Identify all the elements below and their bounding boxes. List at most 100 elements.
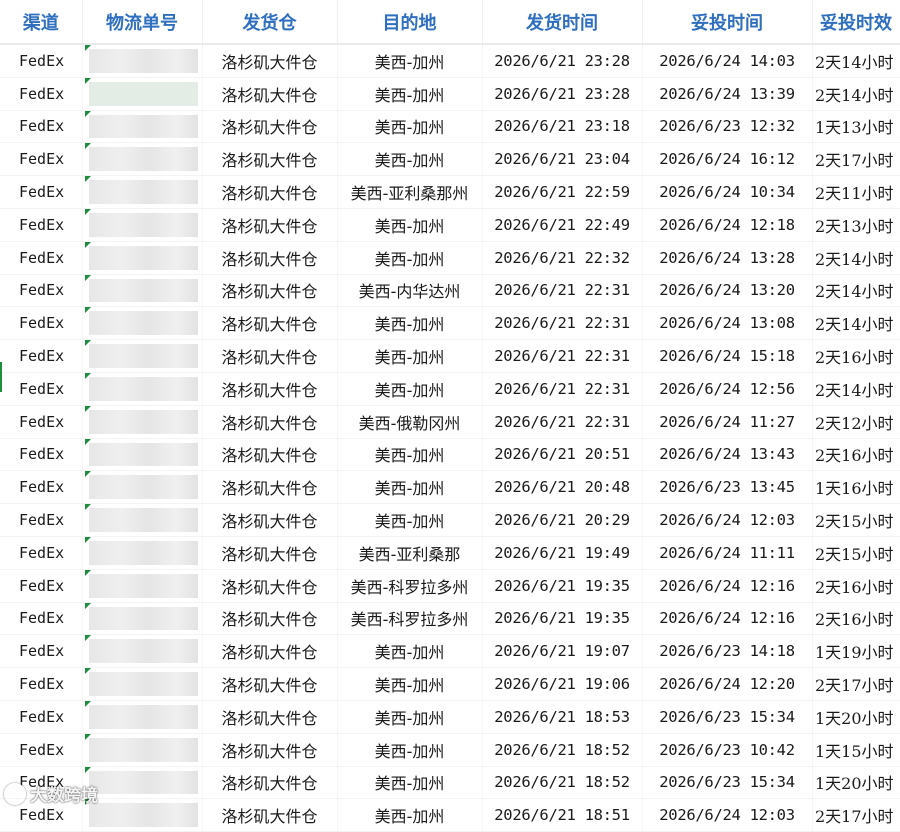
- destination-cell[interactable]: 美西-加州: [337, 733, 483, 767]
- warehouse-cell[interactable]: 洛杉矶大件仓: [202, 274, 338, 308]
- ship-time-cell[interactable]: 2026/6/21 20:29: [482, 503, 643, 537]
- destination-cell[interactable]: 美西-加州: [337, 634, 483, 669]
- table-row[interactable]: FedEx 洛杉矶大件仓 美西-加州 2026/6/21 22:31 2026/6/24…: [0, 306, 900, 341]
- table-row[interactable]: FedEx 洛杉矶大件仓 美西-加州 2026/6/21 18:52 2026/6/23…: [0, 766, 900, 800]
- delivery-time-cell[interactable]: 2026/6/24 13:28: [642, 241, 813, 275]
- delivery-time-cell[interactable]: 2026/6/24 13:43: [642, 438, 813, 472]
- delivery-duration-cell[interactable]: 2天14小时: [812, 306, 900, 341]
- destination-cell[interactable]: 美西-加州: [337, 667, 483, 701]
- delivery-time-cell[interactable]: 2026/6/23 10:42: [642, 733, 813, 767]
- table-row[interactable]: FedEx 洛杉矶大件仓 美西-亚利桑那 2026/6/21 19:49 2026/6/…: [0, 536, 900, 570]
- warehouse-cell[interactable]: 洛杉矶大件仓: [202, 372, 338, 406]
- warehouse-cell[interactable]: 洛杉矶大件仓: [202, 766, 338, 800]
- destination-cell[interactable]: 美西-加州: [337, 110, 483, 144]
- tracking-number-cell[interactable]: [82, 372, 203, 406]
- table-row[interactable]: FedEx 洛杉矶大件仓 美西-加州 2026/6/21 23:28 2026/6/24…: [0, 77, 900, 111]
- tracking-number-cell[interactable]: [82, 733, 203, 767]
- delivery-time-cell[interactable]: 2026/6/23 15:34: [642, 766, 813, 800]
- delivery-duration-cell[interactable]: 2天17小时: [812, 798, 900, 832]
- delivery-time-cell[interactable]: 2026/6/23 13:45: [642, 470, 813, 505]
- destination-cell[interactable]: 美西-加州: [337, 208, 483, 242]
- delivery-time-cell[interactable]: 2026/6/24 14:03: [642, 44, 813, 78]
- delivery-time-cell[interactable]: 2026/6/23 15:34: [642, 700, 813, 734]
- warehouse-cell[interactable]: 洛杉矶大件仓: [202, 700, 338, 734]
- channel-cell[interactable]: FedEx: [0, 667, 83, 701]
- warehouse-cell[interactable]: 洛杉矶大件仓: [202, 175, 338, 209]
- warehouse-cell[interactable]: 洛杉矶大件仓: [202, 536, 338, 570]
- warehouse-cell[interactable]: 洛杉矶大件仓: [202, 798, 338, 832]
- ship-time-cell[interactable]: 2026/6/21 22:31: [482, 405, 643, 439]
- delivery-time-cell[interactable]: 2026/6/24 12:18: [642, 208, 813, 242]
- destination-cell[interactable]: 美西-加州: [337, 306, 483, 341]
- delivery-duration-cell[interactable]: 2天16小时: [812, 602, 900, 636]
- channel-cell[interactable]: FedEx: [0, 77, 83, 111]
- destination-cell[interactable]: 美西-加州: [337, 798, 483, 832]
- tracking-number-cell[interactable]: [82, 667, 203, 701]
- channel-cell[interactable]: FedEx: [0, 733, 83, 767]
- delivery-duration-cell[interactable]: 1天20小时: [812, 766, 900, 800]
- delivery-duration-cell[interactable]: 2天16小时: [812, 339, 900, 373]
- destination-cell[interactable]: 美西-加州: [337, 44, 483, 78]
- warehouse-cell[interactable]: 洛杉矶大件仓: [202, 77, 338, 111]
- ship-time-cell[interactable]: 2026/6/21 22:59: [482, 175, 643, 209]
- header-warehouse[interactable]: 发货仓: [202, 0, 338, 45]
- delivery-time-cell[interactable]: 2026/6/24 12:16: [642, 602, 813, 636]
- destination-cell[interactable]: 美西-加州: [337, 241, 483, 275]
- warehouse-cell[interactable]: 洛杉矶大件仓: [202, 405, 338, 439]
- delivery-duration-cell[interactable]: 2天12小时: [812, 405, 900, 439]
- tracking-number-cell[interactable]: [82, 208, 203, 242]
- ship-time-cell[interactable]: 2026/6/21 22:31: [482, 306, 643, 341]
- channel-cell[interactable]: FedEx: [0, 274, 83, 308]
- warehouse-cell[interactable]: 洛杉矶大件仓: [202, 306, 338, 341]
- ship-time-cell[interactable]: 2026/6/21 19:06: [482, 667, 643, 701]
- tracking-number-cell[interactable]: [82, 700, 203, 734]
- channel-cell[interactable]: FedEx: [0, 44, 83, 78]
- tracking-number-cell[interactable]: [82, 634, 203, 669]
- table-row[interactable]: FedEx 洛杉矶大件仓 美西-科罗拉多州 2026/6/21 19:35 2026/6…: [0, 602, 900, 636]
- channel-cell[interactable]: FedEx: [0, 339, 83, 373]
- warehouse-cell[interactable]: 洛杉矶大件仓: [202, 339, 338, 373]
- delivery-duration-cell[interactable]: 2天17小时: [812, 667, 900, 701]
- ship-time-cell[interactable]: 2026/6/21 18:51: [482, 798, 643, 832]
- header-delivery-time[interactable]: 妥投时间: [642, 0, 813, 45]
- destination-cell[interactable]: 美西-加州: [337, 438, 483, 472]
- warehouse-cell[interactable]: 洛杉矶大件仓: [202, 733, 338, 767]
- warehouse-cell[interactable]: 洛杉矶大件仓: [202, 208, 338, 242]
- table-row[interactable]: FedEx 洛杉矶大件仓 美西-加州 2026/6/21 22:32 2026/6/24…: [0, 241, 900, 275]
- ship-time-cell[interactable]: 2026/6/21 23:18: [482, 110, 643, 144]
- ship-time-cell[interactable]: 2026/6/21 19:49: [482, 536, 643, 570]
- ship-time-cell[interactable]: 2026/6/21 23:04: [482, 142, 643, 177]
- tracking-number-cell[interactable]: [82, 110, 203, 144]
- delivery-time-cell[interactable]: 2026/6/24 11:11: [642, 536, 813, 570]
- delivery-time-cell[interactable]: 2026/6/24 12:56: [642, 372, 813, 406]
- destination-cell[interactable]: 美西-加州: [337, 470, 483, 505]
- ship-time-cell[interactable]: 2026/6/21 22:31: [482, 339, 643, 373]
- delivery-duration-cell[interactable]: 1天16小时: [812, 470, 900, 505]
- delivery-duration-cell[interactable]: 2天15小时: [812, 503, 900, 537]
- destination-cell[interactable]: 美西-加州: [337, 339, 483, 373]
- destination-cell[interactable]: 美西-亚利桑那: [337, 536, 483, 570]
- destination-cell[interactable]: 美西-加州: [337, 503, 483, 537]
- destination-cell[interactable]: 美西-加州: [337, 142, 483, 177]
- delivery-time-cell[interactable]: 2026/6/24 12:20: [642, 667, 813, 701]
- header-delivery-duration[interactable]: 妥投时效: [812, 0, 900, 45]
- warehouse-cell[interactable]: 洛杉矶大件仓: [202, 438, 338, 472]
- table-row[interactable]: FedEx 洛杉矶大件仓 美西-加州 2026/6/21 22:31 2026/6/24…: [0, 372, 900, 406]
- table-row[interactable]: FedEx 洛杉矶大件仓 美西-俄勒冈州 2026/6/21 22:31 2026/6/…: [0, 405, 900, 439]
- ship-time-cell[interactable]: 2026/6/21 22:49: [482, 208, 643, 242]
- tracking-number-cell[interactable]: [82, 339, 203, 373]
- ship-time-cell[interactable]: 2026/6/21 22:32: [482, 241, 643, 275]
- header-channel[interactable]: 渠道: [0, 0, 83, 45]
- delivery-time-cell[interactable]: 2026/6/24 13:39: [642, 77, 813, 111]
- delivery-duration-cell[interactable]: 2天14小时: [812, 372, 900, 406]
- warehouse-cell[interactable]: 洛杉矶大件仓: [202, 634, 338, 669]
- warehouse-cell[interactable]: 洛杉矶大件仓: [202, 569, 338, 603]
- ship-time-cell[interactable]: 2026/6/21 18:53: [482, 700, 643, 734]
- ship-time-cell[interactable]: 2026/6/21 19:07: [482, 634, 643, 669]
- warehouse-cell[interactable]: 洛杉矶大件仓: [202, 44, 338, 78]
- tracking-number-cell[interactable]: [82, 503, 203, 537]
- delivery-time-cell[interactable]: 2026/6/24 11:27: [642, 405, 813, 439]
- tracking-number-cell[interactable]: [82, 241, 203, 275]
- delivery-duration-cell[interactable]: 1天19小时: [812, 634, 900, 669]
- table-row[interactable]: FedEx 洛杉矶大件仓 美西-加州 2026/6/21 23:04 2026/6/24…: [0, 142, 900, 177]
